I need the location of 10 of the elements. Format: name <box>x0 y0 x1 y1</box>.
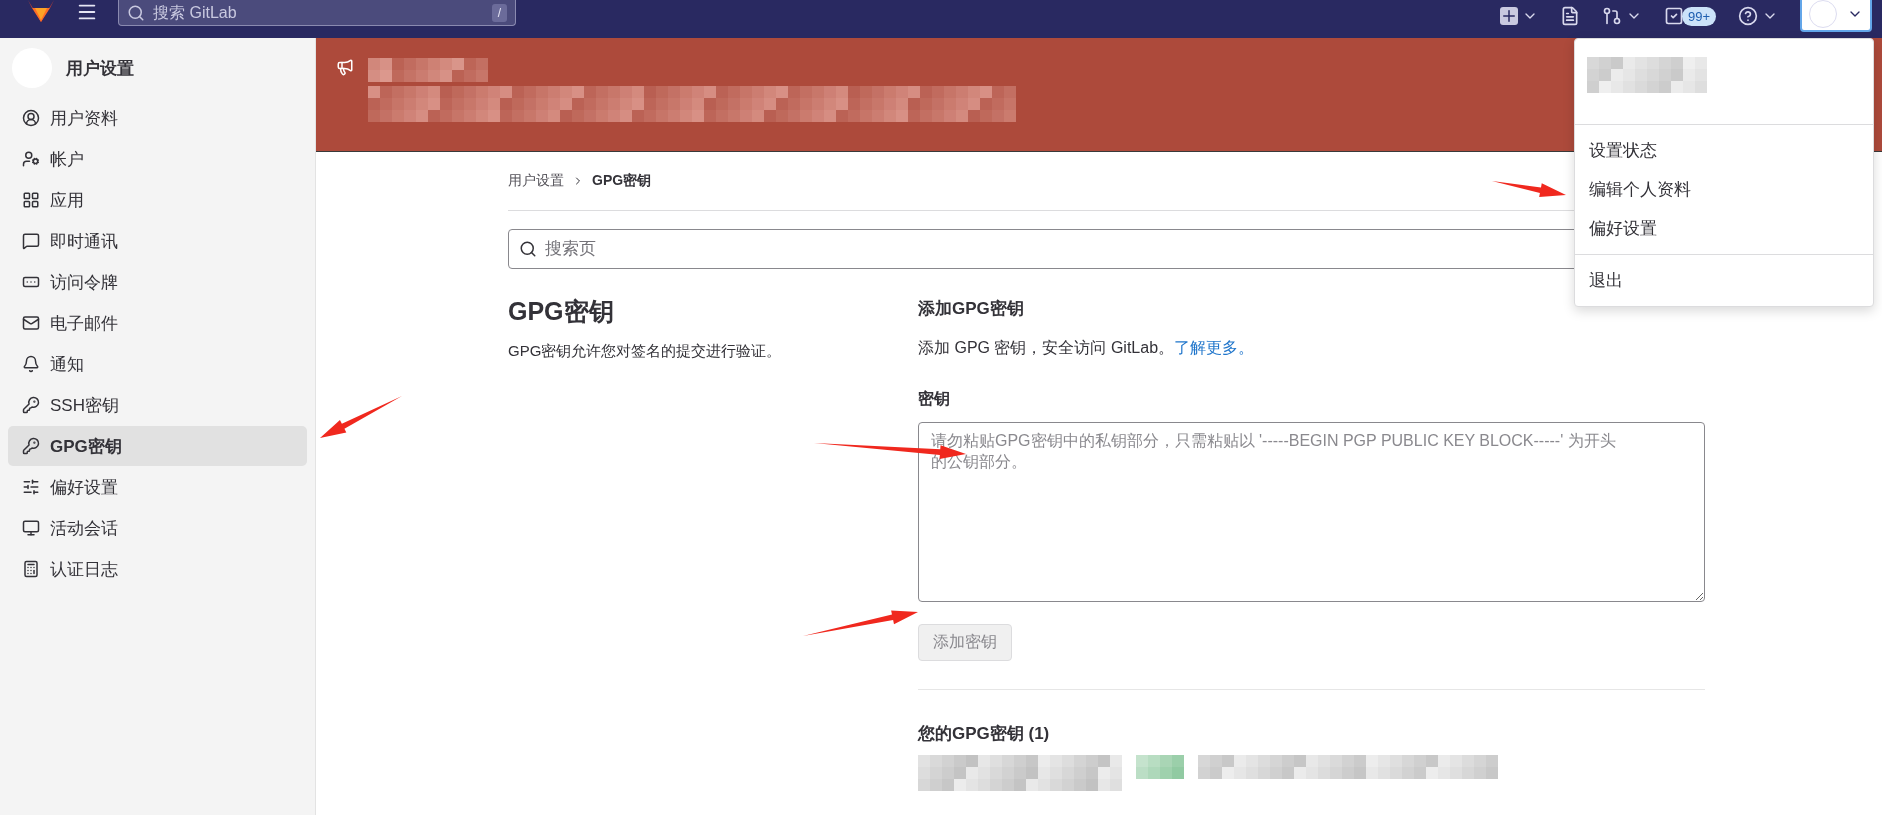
sidebar-title: 用户设置 <box>66 57 134 80</box>
key-label: 密钥 <box>918 389 951 409</box>
shortcut-key: / <box>491 3 507 22</box>
todo-count: 99+ <box>1681 6 1716 26</box>
keys-heading: 您的GPG密钥 (1) <box>918 723 1051 745</box>
section-title: GPG密钥 <box>508 296 615 327</box>
form-intro: 添加 GPG 密钥，安全访问 GitLab。 <box>918 339 1175 356</box>
breadcrumb-current: GPG密钥 <box>592 172 652 190</box>
form-heading: 添加GPG密钥 <box>918 298 1025 320</box>
section-description: GPG密钥允许您对签名的提交进行验证。 <box>508 342 783 361</box>
